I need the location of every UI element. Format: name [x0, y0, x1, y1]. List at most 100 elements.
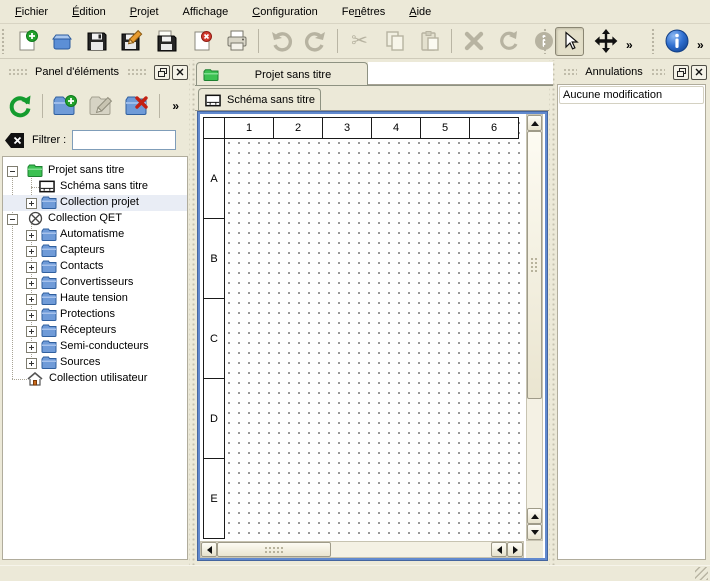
expander-plus-icon[interactable] — [26, 246, 37, 257]
tree-item-project[interactable]: Projet sans titre — [3, 163, 187, 179]
scroll-down-button[interactable] — [527, 524, 542, 540]
delete-category-button[interactable] — [122, 91, 152, 121]
elements-panel-titlebar[interactable]: Panel d'éléments — [2, 62, 188, 82]
undo-panel-titlebar[interactable]: Annulations — [557, 62, 707, 82]
elements-panel-toolbar: » — [2, 86, 188, 126]
expander-plus-icon[interactable] — [26, 198, 37, 209]
filter-input[interactable] — [72, 130, 176, 150]
scroll-up-button-2[interactable] — [527, 508, 542, 524]
tree-item-protections[interactable]: Protections — [3, 307, 187, 323]
open-document-button[interactable] — [48, 28, 75, 55]
toolbar-drag-handle[interactable] — [1, 28, 6, 54]
resize-grip[interactable] — [695, 567, 708, 580]
right-splitter-handle[interactable] — [549, 60, 555, 565]
toolbar-overflow-chevron[interactable]: » — [694, 38, 707, 52]
delete-button[interactable] — [460, 28, 487, 55]
toolbar-separator — [42, 94, 43, 118]
dock-title-texture — [8, 68, 27, 76]
tree-item-contacts[interactable]: Contacts — [3, 259, 187, 275]
menu-affichage[interactable]: Affichage — [178, 3, 234, 21]
column-header-cell: 3 — [322, 117, 372, 139]
move-tool-button[interactable] — [592, 28, 619, 55]
folder-icon — [41, 228, 57, 241]
menu-fichier[interactable]: Fichier — [10, 3, 53, 21]
menu-projet[interactable]: Projet — [125, 3, 164, 21]
scroll-left-button[interactable] — [201, 542, 217, 557]
expander-plus-icon[interactable] — [26, 358, 37, 369]
tree-item-semi-conducteurs[interactable]: Semi-conducteurs — [3, 339, 187, 355]
toolbar-drag-handle[interactable] — [543, 28, 548, 54]
toolbar-drag-handle[interactable] — [651, 28, 656, 54]
toolbar-overflow-chevron[interactable]: » — [623, 38, 636, 52]
scroll-up-button[interactable] — [527, 115, 542, 131]
information-button[interactable] — [663, 28, 690, 55]
file-toolbar: ✂ — [0, 24, 561, 58]
scroll-right-button[interactable] — [507, 542, 523, 557]
close-panel-button[interactable] — [691, 65, 707, 80]
expander-minus-icon[interactable] — [7, 214, 18, 225]
expander-minus-icon[interactable] — [7, 166, 18, 177]
float-panel-button[interactable] — [154, 65, 170, 80]
paste-button[interactable] — [416, 28, 443, 55]
undo-list-item[interactable]: Aucune modification — [559, 86, 704, 104]
save-all-icon — [155, 29, 179, 53]
dock-toolbar: » — [650, 24, 707, 58]
expander-plus-icon[interactable] — [26, 342, 37, 353]
expander-plus-icon[interactable] — [26, 230, 37, 241]
undo-button[interactable] — [267, 28, 294, 55]
vertical-scrollbar[interactable] — [526, 114, 543, 541]
new-category-button[interactable] — [50, 91, 80, 121]
new-document-button[interactable] — [13, 28, 40, 55]
vertical-scrollbar-thumb[interactable] — [527, 131, 542, 399]
expander-plus-icon[interactable] — [26, 326, 37, 337]
thumb-grip — [530, 257, 539, 273]
horizontal-scrollbar[interactable] — [200, 541, 524, 558]
close-document-button[interactable] — [188, 28, 215, 55]
float-panel-button[interactable] — [673, 65, 689, 80]
copy-button[interactable] — [381, 28, 408, 55]
selection-tool-button[interactable] — [555, 27, 584, 56]
horizontal-scrollbar-thumb[interactable] — [217, 542, 331, 557]
tree-item-convertisseurs[interactable]: Convertisseurs — [3, 275, 187, 291]
tree-item-collection-projet[interactable]: Collection projet — [3, 195, 187, 211]
tree-item-recepteurs[interactable]: Récepteurs — [3, 323, 187, 339]
close-panel-button[interactable] — [172, 65, 188, 80]
print-button[interactable] — [223, 28, 250, 55]
menu-aide[interactable]: Aide — [404, 3, 436, 21]
save-all-button[interactable] — [153, 28, 180, 55]
tree-item-diagram[interactable]: Schéma sans titre — [3, 179, 187, 195]
tree-item-haute-tension[interactable]: Haute tension — [3, 291, 187, 307]
left-splitter-handle[interactable] — [189, 60, 195, 565]
clear-filter-button[interactable] — [4, 132, 26, 149]
tree-item-automatisme[interactable]: Automatisme — [3, 227, 187, 243]
diagram-tab[interactable]: Schéma sans titre — [198, 88, 321, 111]
scroll-left-button-2[interactable] — [491, 542, 507, 557]
folder-icon — [41, 292, 57, 305]
menu-edition[interactable]: Édition — [67, 3, 111, 21]
expander-plus-icon[interactable] — [26, 294, 37, 305]
right-arrow-icon — [513, 546, 518, 554]
project-tab[interactable]: Projet sans titre — [196, 62, 368, 86]
diagram-canvas[interactable]: 1 2 3 4 5 6 A B C D E — [200, 114, 545, 558]
edit-category-button[interactable] — [86, 91, 116, 121]
tabbar-empty-area — [368, 62, 553, 85]
row-header-cell: A — [203, 138, 225, 219]
expander-plus-icon[interactable] — [26, 262, 37, 273]
rotate-button[interactable] — [495, 28, 522, 55]
save-button[interactable] — [83, 28, 110, 55]
expander-plus-icon[interactable] — [26, 278, 37, 289]
main-toolbar: ✂ — [0, 24, 710, 59]
panel-overflow-chevron[interactable]: » — [169, 99, 182, 113]
redo-button[interactable] — [302, 28, 329, 55]
tabbar-baseline — [195, 85, 553, 86]
save-as-button[interactable] — [118, 28, 145, 55]
reload-collections-button[interactable] — [5, 91, 35, 121]
tree-item-sources[interactable]: Sources — [3, 355, 187, 371]
menu-fenetres[interactable]: Fenêtres — [337, 3, 390, 21]
expander-plus-icon[interactable] — [26, 310, 37, 321]
cut-button[interactable]: ✂ — [346, 28, 373, 55]
tree-item-collection-utilisateur[interactable]: Collection utilisateur — [3, 371, 187, 387]
tree-item-capteurs[interactable]: Capteurs — [3, 243, 187, 259]
menu-configuration[interactable]: Configuration — [247, 3, 323, 21]
tree-item-collection-qet[interactable]: Collection QET — [3, 211, 187, 227]
